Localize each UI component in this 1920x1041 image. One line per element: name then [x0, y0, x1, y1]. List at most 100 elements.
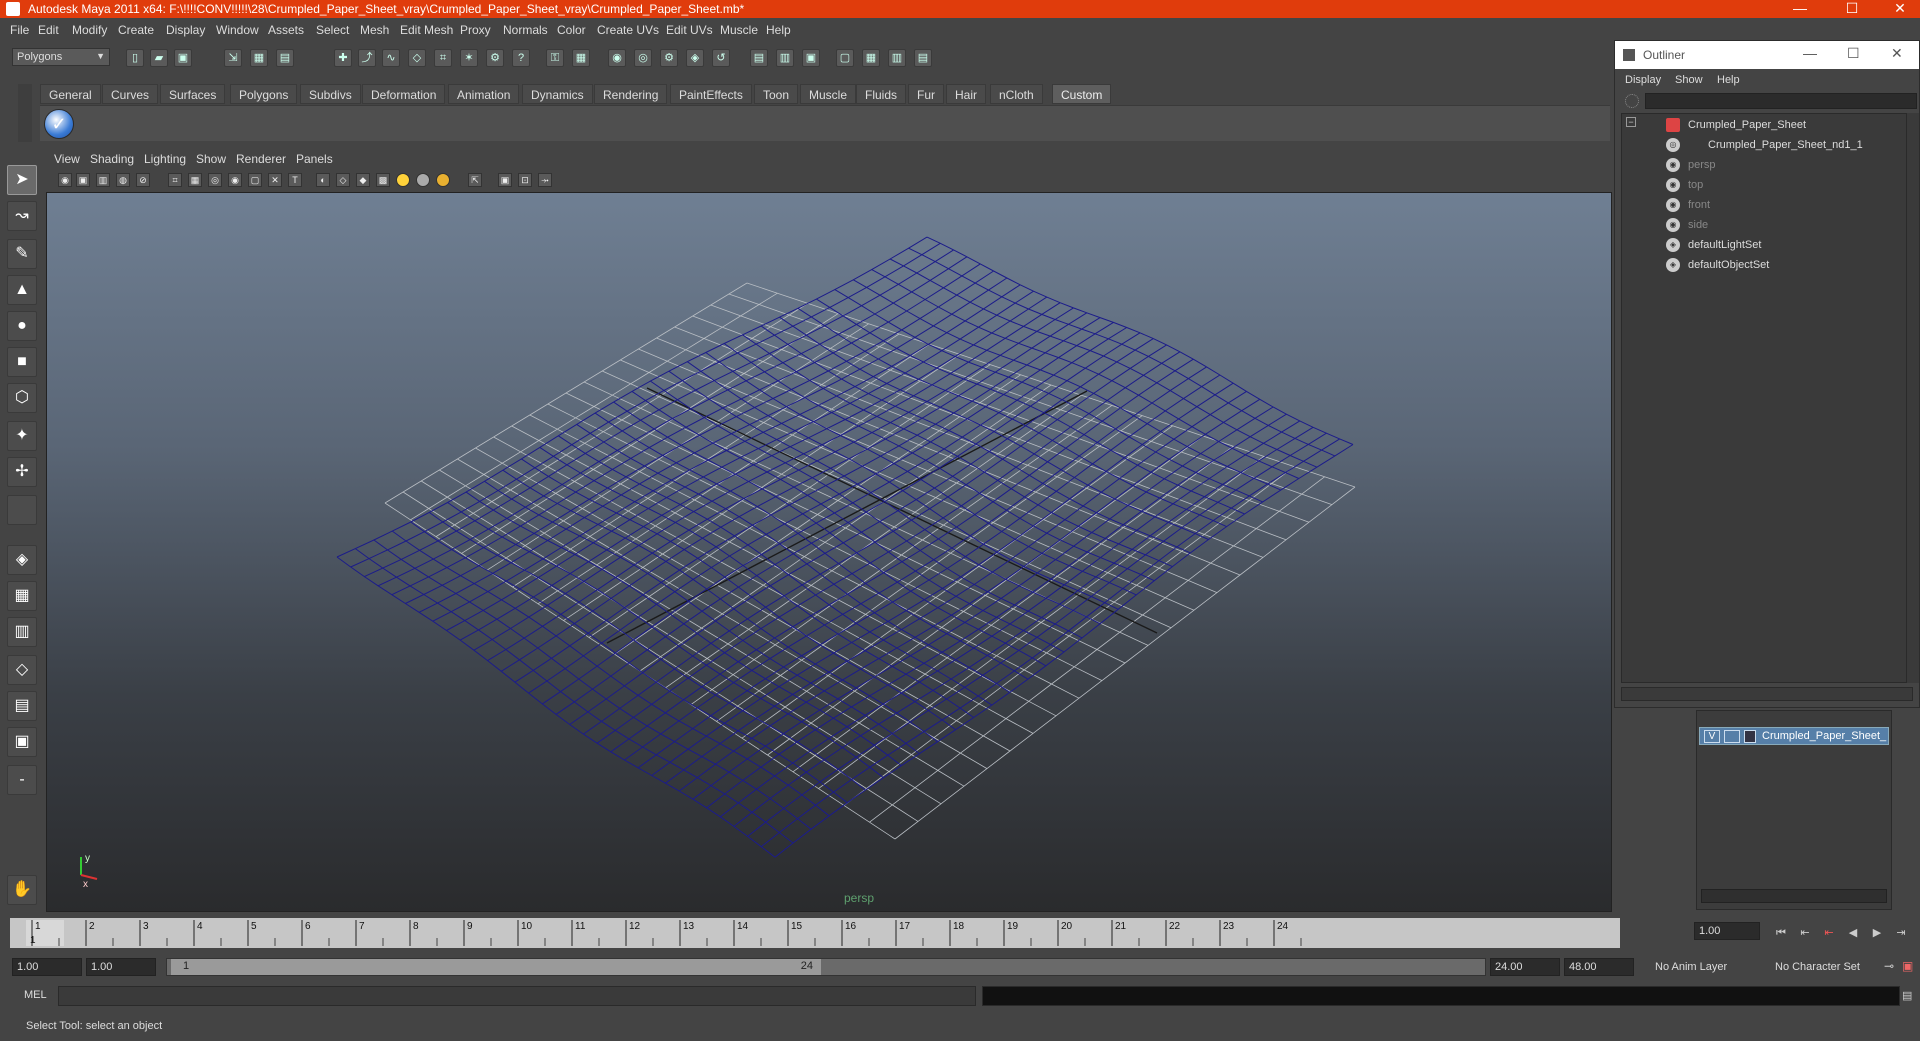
select-object-icon[interactable]: ▦: [250, 49, 268, 67]
checkmark-icon[interactable]: ✓: [44, 109, 74, 139]
select-camera-icon[interactable]: ⇱: [468, 173, 482, 187]
snap-live-icon[interactable]: ⌗: [434, 49, 452, 67]
shelf-tab-ncloth[interactable]: nCloth: [990, 84, 1043, 104]
shelf-tab-subdivs[interactable]: Subdivs: [300, 84, 361, 104]
viewport-menu-shading[interactable]: Shading: [90, 152, 134, 166]
animation-start-field[interactable]: 1.00: [12, 958, 82, 976]
all-lights-icon[interactable]: ◆: [356, 173, 370, 187]
render-region-icon[interactable]: ▦: [572, 49, 590, 67]
step-back-key-icon[interactable]: ⇤: [1794, 924, 1816, 942]
command-input[interactable]: [58, 986, 976, 1006]
shelf-grip[interactable]: [18, 84, 32, 142]
play-forwards-icon[interactable]: ▶: [1866, 924, 1888, 942]
outliner-item-crumpled-paper-sheet[interactable]: Crumpled_Paper_Sheet: [1622, 116, 1906, 134]
time-slider[interactable]: 1 1 2 3 4 5 6 7 8 9 10 11 12 13 14 15 16 17 18 19 20 21 22 23 24: [10, 918, 1620, 948]
shelf-tab-deformation[interactable]: Deformation: [362, 84, 446, 104]
shelf-tab-curves[interactable]: Curves: [102, 84, 159, 104]
universal-manipulator-icon[interactable]: ⬡: [7, 383, 37, 413]
shelf-tab-general[interactable]: General: [40, 84, 101, 104]
layout-hypershade-icon[interactable]: ▤: [7, 691, 37, 721]
menu-edit[interactable]: Edit: [38, 23, 59, 37]
outliner-menu-help[interactable]: Help: [1717, 74, 1740, 86]
outliner-menu-display[interactable]: Display: [1625, 74, 1661, 86]
menu-create-uvs[interactable]: Create UVs: [597, 23, 659, 37]
bookmark-icon[interactable]: ▥: [96, 173, 110, 187]
history-icon[interactable]: ✶: [460, 49, 478, 67]
lock-icon[interactable]: ⚿: [546, 49, 564, 67]
render-settings-icon[interactable]: ⚙: [660, 49, 678, 67]
light-amber-icon[interactable]: [436, 173, 450, 187]
layout-more-icon[interactable]: -: [7, 765, 37, 795]
current-frame-field[interactable]: 1.00: [1694, 922, 1760, 940]
range-slider[interactable]: 1 24: [166, 958, 1486, 976]
range-slider-handle[interactable]: 1 24: [171, 959, 821, 975]
channel-box-icon[interactable]: ▤: [750, 49, 768, 67]
maximize-button[interactable]: ☐: [1832, 0, 1872, 18]
key-icon[interactable]: ⊸: [1884, 959, 1898, 973]
smooth-shade-icon[interactable]: ◎: [208, 173, 222, 187]
frame-all-icon[interactable]: ⊡: [518, 173, 532, 187]
show-manipulator-icon[interactable]: ✢: [7, 457, 37, 487]
script-editor-icon[interactable]: ▤: [1902, 989, 1916, 1003]
camera-film-gate-icon[interactable]: ⊘: [136, 173, 150, 187]
layout-outliner-icon[interactable]: ▥: [888, 49, 906, 67]
isolate-icon[interactable]: ◐: [316, 173, 330, 187]
grid-icon[interactable]: ▦: [188, 173, 202, 187]
scale-tool-icon[interactable]: ■: [7, 347, 37, 377]
bounding-box-icon[interactable]: ▢: [248, 173, 262, 187]
menu-color[interactable]: Color: [557, 23, 586, 37]
layout-four-view-icon[interactable]: ▦: [7, 581, 37, 611]
image-plane-icon[interactable]: ◍: [116, 173, 130, 187]
last-tool-icon[interactable]: [7, 495, 37, 525]
outliner-item-mesh-child[interactable]: ◎ Crumpled_Paper_Sheet_nd1_1: [1622, 136, 1906, 154]
wireframe-icon[interactable]: ⌗: [168, 173, 182, 187]
layout-persp-icon[interactable]: ◈: [7, 545, 37, 575]
viewport-menu-show[interactable]: Show: [196, 152, 226, 166]
outliner-menu-show[interactable]: Show: [1675, 74, 1703, 86]
outliner-item-side[interactable]: ◉ side: [1622, 216, 1906, 234]
layer-hscroll[interactable]: [1701, 889, 1887, 903]
tool-settings-icon[interactable]: ▣: [802, 49, 820, 67]
default-light-icon[interactable]: ◇: [336, 173, 350, 187]
anim-layer-dropdown[interactable]: No Anim Layer: [1650, 958, 1750, 976]
snap-point-icon[interactable]: ∿: [382, 49, 400, 67]
outliner-item-default-light-set[interactable]: ◈ defaultLightSet: [1622, 236, 1906, 254]
outliner-item-persp[interactable]: ◉ persp: [1622, 156, 1906, 174]
menu-edit-uvs[interactable]: Edit UVs: [666, 23, 713, 37]
play-backwards-icon[interactable]: ◀: [1842, 924, 1864, 942]
character-set-dropdown[interactable]: No Character Set: [1770, 958, 1880, 976]
menu-normals[interactable]: Normals: [503, 23, 548, 37]
outliner-close-button[interactable]: ✕: [1891, 45, 1903, 62]
step-back-frame-icon[interactable]: ⇤: [1818, 924, 1840, 942]
outliner-search-input[interactable]: [1645, 93, 1917, 109]
shelf-tab-toon[interactable]: Toon: [754, 84, 799, 104]
menu-modify[interactable]: Modify: [72, 23, 107, 37]
layout-custom-icon[interactable]: ▣: [7, 727, 37, 757]
move-tool-icon[interactable]: ▲: [7, 275, 37, 305]
ipr-render-icon[interactable]: ◎: [634, 49, 652, 67]
layout-four-icon[interactable]: ▦: [862, 49, 880, 67]
shelf-tab-fur[interactable]: Fur: [908, 84, 944, 104]
camera-select-icon[interactable]: ◉: [58, 173, 72, 187]
snap-grid-icon[interactable]: ✚: [334, 49, 352, 67]
go-to-start-icon[interactable]: ⏮: [1770, 924, 1792, 942]
menu-create[interactable]: Create: [118, 23, 154, 37]
save-scene-icon[interactable]: ▣: [174, 49, 192, 67]
menu-display[interactable]: Display: [166, 23, 205, 37]
share-icon[interactable]: ⤞: [538, 173, 552, 187]
menu-window[interactable]: Window: [216, 23, 259, 37]
menu-edit-mesh[interactable]: Edit Mesh: [400, 23, 453, 37]
select-hierarchy-icon[interactable]: ⇲: [224, 49, 242, 67]
layer-color-swatch[interactable]: [1744, 730, 1756, 743]
light-grey-icon[interactable]: [416, 173, 430, 187]
command-language-label[interactable]: MEL: [24, 989, 47, 1001]
soft-mod-tool-icon[interactable]: ✦: [7, 421, 37, 451]
menu-assets[interactable]: Assets: [268, 23, 304, 37]
shelf-tab-surfaces[interactable]: Surfaces: [160, 84, 226, 104]
layout-outliner-persp-icon[interactable]: ▥: [7, 617, 37, 647]
snap-plane-icon[interactable]: ◇: [408, 49, 426, 67]
outliner-item-default-object-set[interactable]: ◈ defaultObjectSet: [1622, 256, 1906, 274]
menu-proxy[interactable]: Proxy: [460, 23, 491, 37]
checker-icon[interactable]: ▩: [376, 173, 390, 187]
playback-start-field[interactable]: 1.00: [86, 958, 156, 976]
